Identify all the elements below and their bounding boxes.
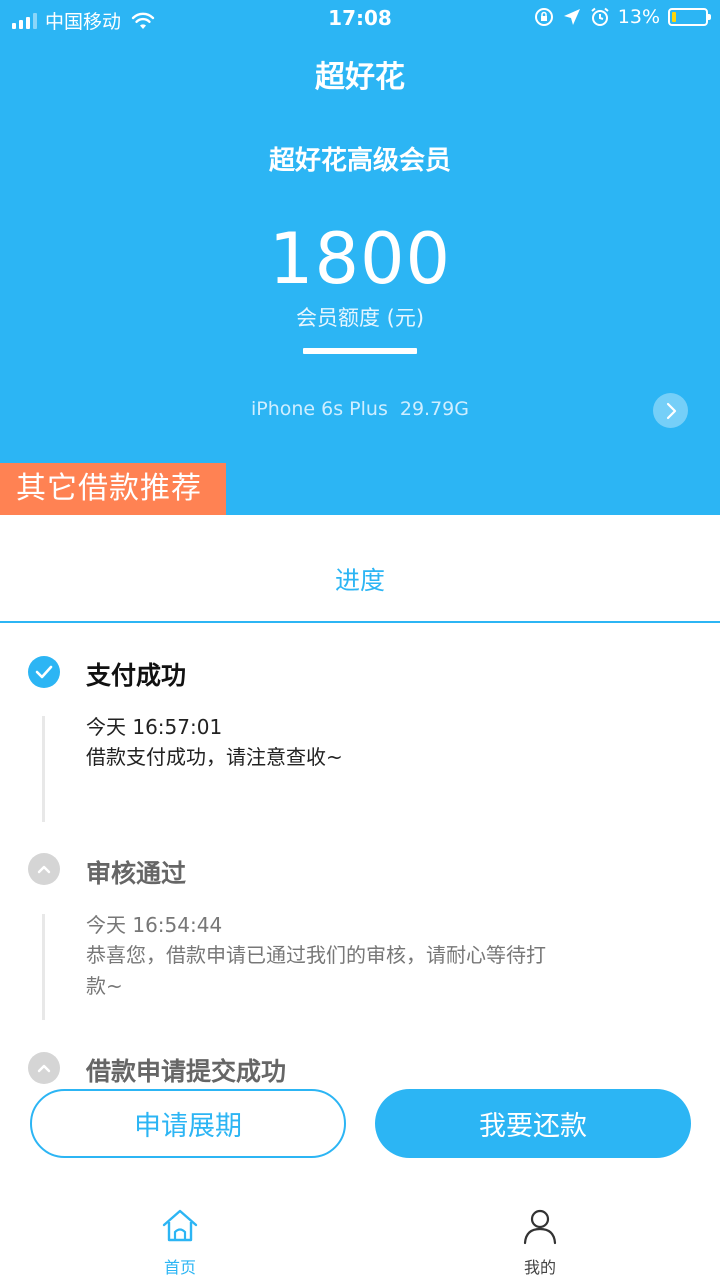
battery-level bbox=[672, 12, 676, 22]
chevron-up-icon[interactable] bbox=[28, 853, 60, 885]
status-bar: 中国移动 17:08 13% bbox=[0, 0, 720, 38]
location-icon bbox=[563, 9, 580, 25]
battery-icon bbox=[668, 8, 711, 26]
other-loans-button[interactable]: 其它借款推荐 bbox=[0, 463, 226, 515]
check-icon bbox=[28, 656, 60, 688]
chevron-right-icon bbox=[666, 402, 676, 419]
progress-title: 进度 bbox=[334, 566, 385, 595]
status-right: 13% bbox=[534, 6, 711, 28]
step-description: 恭喜您，借款申请已通过我们的审核，请耐心等待打款~ bbox=[86, 943, 546, 998]
quota-underline bbox=[303, 348, 417, 354]
app-screen: 中国移动 17:08 13% 超好花 超好花高级会员 1800 会员额度 (元)… bbox=[0, 0, 720, 1280]
step-time: 今天 16:57:01 bbox=[86, 715, 223, 739]
step-title: 借款申请提交成功 bbox=[86, 1057, 287, 1084]
battery-percent: 13% bbox=[617, 6, 660, 28]
step-description: 借款支付成功，请注意查收~ bbox=[86, 745, 343, 769]
device-storage: 29.79G bbox=[399, 398, 469, 420]
device-model: iPhone 6s Plus bbox=[250, 398, 388, 420]
orientation-lock-icon bbox=[534, 8, 553, 26]
quota-label: 会员额度 (元) bbox=[295, 306, 425, 330]
progress-timeline: 支付成功 今天 16:57:01 借款支付成功，请注意查收~ 审核通过 今天 1… bbox=[0, 624, 720, 1084]
alarm-icon bbox=[591, 7, 609, 26]
step-time: 今天 16:54:44 bbox=[86, 913, 223, 937]
quota-amount: 1800 bbox=[268, 218, 452, 300]
step-title: 审核通过 bbox=[86, 859, 187, 888]
step-title: 支付成功 bbox=[86, 661, 187, 690]
device-info: iPhone 6s Plus 29.79G bbox=[0, 398, 720, 420]
repay-button[interactable]: 我要还款 bbox=[375, 1089, 691, 1158]
device-detail-button[interactable] bbox=[653, 393, 688, 428]
user-icon bbox=[523, 1209, 557, 1245]
timeline-line bbox=[42, 914, 45, 1020]
progress-header: 进度 bbox=[0, 515, 720, 623]
home-icon bbox=[162, 1209, 198, 1242]
member-header: 中国移动 17:08 13% 超好花 超好花高级会员 1800 会员额度 (元)… bbox=[0, 0, 720, 515]
chevron-up-icon[interactable] bbox=[28, 1052, 60, 1084]
tab-label: 我的 bbox=[523, 1258, 556, 1277]
tab-bar: 首页 我的 bbox=[0, 1190, 720, 1280]
extend-loan-button[interactable]: 申请展期 bbox=[30, 1089, 346, 1158]
member-level-title: 超好花高级会员 bbox=[268, 146, 451, 176]
tab-label: 首页 bbox=[163, 1258, 196, 1277]
tab-home[interactable]: 首页 bbox=[120, 1206, 240, 1278]
timeline-line bbox=[42, 716, 45, 822]
tab-mine[interactable]: 我的 bbox=[480, 1206, 600, 1278]
page-title: 超好花 bbox=[315, 60, 405, 95]
